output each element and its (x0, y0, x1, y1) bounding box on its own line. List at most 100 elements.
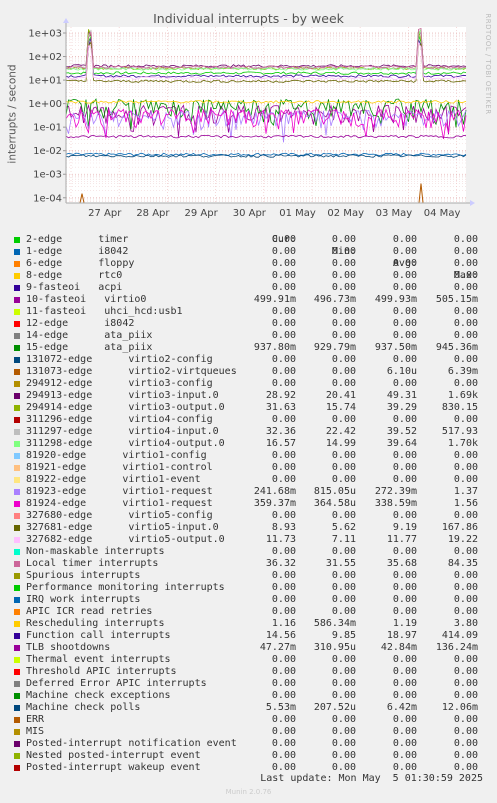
legend-row: 12-edge i8042 0.00 0.00 0.00 0.00 (14, 318, 494, 330)
series-avg: 0.00 (392, 714, 417, 725)
legend-row: IRQ work interrupts 0.00 0.00 0.00 0.00 (14, 594, 494, 606)
series-min: 0.00 (331, 726, 356, 737)
series-max: 12.06m (441, 702, 478, 713)
series-min: 0.00 (331, 270, 356, 281)
series-name: 294912-edge virtio3-config (26, 378, 213, 389)
legend-row: 1-edge i8042 0.00 0.00 0.00 0.00 (14, 246, 494, 258)
series-max: 0.00 (453, 306, 478, 317)
series-avg: 0.00 (392, 510, 417, 521)
series-name: 15-edge ata_piix (26, 342, 153, 353)
series-max: 0.00 (453, 666, 478, 677)
legend-swatch (14, 501, 20, 507)
series-min: 0.00 (331, 678, 356, 689)
series-avg: 0.00 (392, 450, 417, 461)
legend-swatch (14, 585, 20, 591)
series-avg: 0.00 (392, 582, 417, 593)
series-name: 131072-edge virtio2-config (26, 354, 213, 365)
legend-row: Performance monitoring interrupts 0.00 0.0… (14, 582, 494, 594)
legend-swatch (14, 465, 20, 471)
x-tick-label: 03 May (376, 208, 413, 219)
legend: Cur: Min: Avg: Max: 2-edge timer 0.00 0.00… (14, 222, 494, 774)
legend-row: 2-edge timer 0.00 0.00 0.00 0.00 (14, 234, 494, 246)
legend-row: 81921-edge virtio1-control 0.00 0.00 0.00 0.… (14, 462, 494, 474)
series-avg: 1.19 (392, 618, 417, 629)
series-min: 0.00 (331, 510, 356, 521)
legend-row: Thermal event interrupts 0.00 0.00 0.00 0.00 (14, 654, 494, 666)
x-tick-label: 28 Apr (136, 208, 170, 219)
legend-swatch (14, 261, 20, 267)
legend-swatch (14, 657, 20, 663)
legend-swatch (14, 273, 20, 279)
series-max: 1.37 (453, 486, 478, 497)
series-name: 1-edge i8042 (26, 246, 129, 257)
legend-row: Rescheduling interrupts 1.16 586.34m 1.19 3.… (14, 618, 494, 630)
series-name: 311297-edge virtio4-input.0 (26, 426, 219, 437)
series-min: 9.85 (331, 630, 356, 641)
series-name: Non-maskable interrupts (26, 546, 165, 557)
series-max: 0.00 (453, 330, 478, 341)
legend-swatch (14, 669, 20, 675)
legend-row: 294912-edge virtio3-config 0.00 0.00 0.00 0.… (14, 378, 494, 390)
series-avg: 0.00 (392, 654, 417, 665)
series-min: 0.00 (331, 594, 356, 605)
series-max: 0.00 (453, 234, 478, 245)
legend-row: Machine check polls 5.53m 207.52u 6.42m 12.0… (14, 702, 494, 714)
series-min: 586.34m (313, 618, 356, 629)
legend-swatch (14, 621, 20, 627)
legend-swatch (14, 309, 20, 315)
legend-swatch (14, 429, 20, 435)
series-max: 6.39m (447, 366, 478, 377)
legend-swatch (14, 597, 20, 603)
legend-row: 81922-edge virtio1-event 0.00 0.00 0.00 0.00 (14, 474, 494, 486)
x-tick-label: 02 May (327, 208, 364, 219)
x-tick-label: 27 Apr (88, 208, 122, 219)
x-tick-label: 29 Apr (185, 208, 219, 219)
munin-version: Munin 2.0.76 (225, 788, 272, 796)
legend-row: Nested posted-interrupt event 0.00 0.00 0.0… (14, 750, 494, 762)
series-max: 167.86 (441, 522, 478, 533)
legend-swatch (14, 729, 20, 735)
series-min: 7.11 (331, 534, 356, 545)
legend-swatch (14, 645, 20, 651)
series-max: 0.00 (453, 450, 478, 461)
series-avg: 0.00 (392, 750, 417, 761)
legend-swatch (14, 237, 20, 243)
series-max: 136.24m (435, 642, 478, 653)
series-min: 0.00 (331, 462, 356, 473)
last-update: Last update: Mon May 5 01:30:59 2025 (260, 773, 483, 784)
legend-swatch (14, 381, 20, 387)
x-axis-arrow (470, 200, 475, 206)
legend-swatch (14, 441, 20, 447)
series-name: 311298-edge virtio4-output.0 (26, 438, 225, 449)
series-min: 310.95u (313, 642, 356, 653)
series-min: 15.74 (325, 402, 356, 413)
plot-area: 1e+03 1e+02 1e+01 1e+00 1e-01 1e-02 1e-03 1e-04… (28, 18, 475, 219)
y-tick-label: 1e-02 (33, 146, 62, 157)
legend-swatch (14, 693, 20, 699)
series-avg: 0.00 (392, 378, 417, 389)
series-name: 81922-edge virtio1-event (26, 474, 201, 485)
legend-row: 6-edge floppy 0.00 0.00 0.00 0.00 (14, 258, 494, 270)
series-min: 0.00 (331, 606, 356, 617)
legend-swatch (14, 681, 20, 687)
series-avg: 0.00 (392, 546, 417, 557)
series-max: 0.00 (453, 474, 478, 485)
legend-row: 14-edge ata_piix 0.00 0.00 0.00 0.00 (14, 330, 494, 342)
series-name: Function call interrupts (26, 630, 171, 641)
series-min: 22.42 (325, 426, 356, 437)
series-max: 0.00 (453, 318, 478, 329)
y-tick-label: 1e-04 (33, 193, 62, 204)
series-avg: 0.00 (392, 318, 417, 329)
legend-swatch (14, 321, 20, 327)
legend-row: 311298-edge virtio4-output.0 16.57 14.99 39… (14, 438, 494, 450)
series-max: 517.93 (441, 426, 478, 437)
legend-row: 8-edge rtc0 0.00 0.00 0.00 0.00 (14, 270, 494, 282)
legend-swatch (14, 537, 20, 543)
legend-row: Non-maskable interrupts 0.00 0.00 0.00 0.00 (14, 546, 494, 558)
legend-swatch (14, 573, 20, 579)
series-avg: 6.42m (386, 702, 417, 713)
series-min: 0.00 (331, 378, 356, 389)
series-avg: 0.00 (392, 270, 417, 281)
series-min: 0.00 (331, 366, 356, 377)
series-max: 0.00 (453, 246, 478, 257)
